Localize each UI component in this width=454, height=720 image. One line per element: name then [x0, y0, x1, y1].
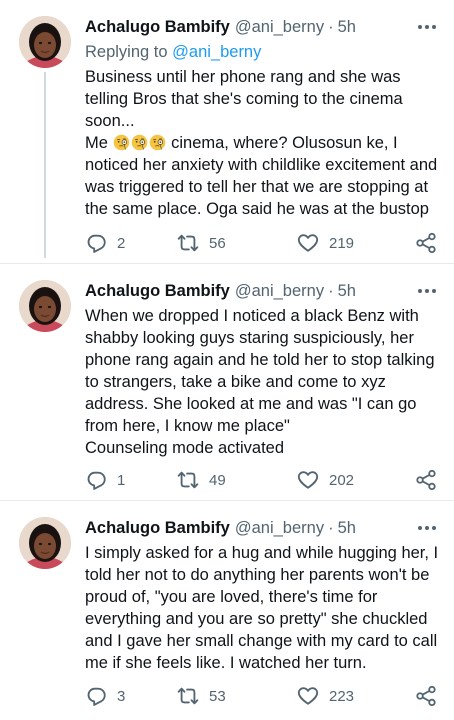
share-icon — [415, 232, 437, 254]
avatar[interactable] — [19, 16, 71, 68]
tweet-line: address. She looked at me and was "I can… — [85, 395, 417, 413]
avatar[interactable] — [19, 517, 71, 569]
like-button[interactable]: 223 — [297, 684, 354, 708]
tweet-line: from here, I know me place" — [85, 417, 290, 435]
heart-icon — [297, 232, 319, 254]
tweet-line: telling Bros that she's coming to the ci… — [85, 90, 403, 108]
tweet-line: Counseling mode activated — [85, 439, 285, 457]
tweet-line: everything and you are so pretty" she ch… — [85, 610, 428, 628]
tweet-line-with-emoji: Me cinema, where? Olusosun ke, I — [85, 132, 440, 154]
tweet[interactable]: Achalugo Bambify @ani_berny · 5h Replyin… — [0, 0, 454, 262]
tweet-actions: 2 56 219 — [85, 231, 440, 255]
reply-count: 1 — [117, 471, 126, 489]
reply-icon — [85, 685, 107, 707]
retweet-button[interactable]: 49 — [177, 468, 226, 492]
retweet-count: 56 — [209, 234, 226, 252]
tweet-line: When we dropped I noticed a black Benz w… — [85, 307, 419, 325]
reply-icon — [85, 469, 107, 491]
share-button[interactable] — [415, 684, 437, 708]
tweet-text: Business until her phone rang and she wa… — [85, 66, 440, 220]
retweet-count: 49 — [209, 471, 226, 489]
retweet-button[interactable]: 53 — [177, 684, 226, 708]
avatar[interactable] — [19, 280, 71, 332]
timestamp[interactable]: 5h — [338, 519, 356, 538]
separator-dot: · — [328, 518, 334, 537]
tweet-line: me if she feels like. I watched her turn… — [85, 654, 367, 672]
tweet-line: soon... — [85, 112, 135, 130]
more-options-icon[interactable] — [414, 517, 440, 539]
tweet-line: noticed her anxiety with childlike excit… — [85, 156, 438, 174]
thread-connector — [44, 72, 46, 258]
tweet-line: to strangers, take a bike and come to xy… — [85, 373, 386, 391]
tweet-header: Achalugo Bambify @ani_berny · 5h — [85, 517, 440, 539]
display-name[interactable]: Achalugo Bambify — [85, 282, 230, 301]
tweet-text: When we dropped I noticed a black Benz w… — [85, 305, 440, 459]
tweet-line: told her not to do anything her parents … — [85, 566, 430, 584]
like-button[interactable]: 202 — [297, 468, 354, 492]
share-icon — [415, 685, 437, 707]
reply-icon — [85, 232, 107, 254]
tweet-line: shabby looking guys staring suspiciously… — [85, 329, 414, 347]
like-count: 202 — [329, 471, 355, 489]
tweet-word: Me — [85, 134, 108, 152]
user-handle[interactable]: @ani_berny — [235, 282, 324, 301]
mention-link[interactable]: @ani_berny — [172, 43, 261, 61]
user-handle[interactable]: @ani_berny — [235, 519, 324, 538]
retweet-button[interactable]: 56 — [177, 231, 226, 255]
tweet-actions: 1 49 202 — [85, 468, 440, 492]
retweet-count: 53 — [209, 687, 226, 705]
display-name[interactable]: Achalugo Bambify — [85, 18, 230, 37]
display-name[interactable]: Achalugo Bambify — [85, 519, 230, 538]
timestamp[interactable]: 5h — [338, 282, 356, 301]
separator-dot: · — [328, 17, 334, 36]
tweet-text: I simply asked for a hug and while huggi… — [85, 542, 440, 674]
tweet-line: the same place. Oga said he was at the b… — [85, 200, 429, 218]
heart-icon — [297, 685, 319, 707]
more-options-icon[interactable] — [414, 16, 440, 38]
retweet-icon — [177, 232, 199, 254]
reply-button[interactable]: 1 — [85, 468, 125, 492]
reply-count: 2 — [117, 234, 126, 252]
tweet[interactable]: Achalugo Bambify @ani_berny · 5h When we… — [0, 264, 454, 496]
heart-icon — [297, 469, 319, 491]
share-button[interactable] — [415, 468, 437, 492]
separator-dot: · — [328, 281, 334, 300]
timestamp[interactable]: 5h — [338, 18, 356, 37]
more-options-icon[interactable] — [414, 280, 440, 302]
reply-count: 3 — [117, 687, 126, 705]
retweet-icon — [177, 685, 199, 707]
tweet-line: was triggered to tell her that we are st… — [85, 178, 429, 196]
tweet-header: Achalugo Bambify @ani_berny · 5h — [85, 16, 440, 38]
tweet-line: I simply asked for a hug and while huggi… — [85, 544, 439, 562]
face-with-monocle-icon — [131, 134, 148, 151]
share-button[interactable] — [415, 231, 437, 255]
reply-button[interactable]: 3 — [85, 684, 125, 708]
tweet-actions: 3 53 223 — [85, 684, 440, 708]
like-button[interactable]: 219 — [297, 231, 354, 255]
tweet-line: proud of, "you are loved, there's time f… — [85, 588, 378, 606]
user-handle[interactable]: @ani_berny — [235, 18, 324, 37]
face-with-monocle-icon — [113, 134, 130, 151]
replying-to: Replying to @ani_berny — [85, 41, 440, 63]
share-icon — [415, 469, 437, 491]
face-with-monocle-icon — [149, 134, 166, 151]
like-count: 219 — [329, 234, 355, 252]
tweet-header: Achalugo Bambify @ani_berny · 5h — [85, 280, 440, 302]
retweet-icon — [177, 469, 199, 491]
tweet-line: and I gave her small change with my card… — [85, 632, 438, 650]
tweet-line: phone rang again and he told her to stop… — [85, 351, 435, 369]
tweet[interactable]: Achalugo Bambify @ani_berny · 5h I simpl… — [0, 501, 454, 720]
tweet-word: cinema, where? Olusosun ke, I — [171, 134, 398, 152]
reply-button[interactable]: 2 — [85, 231, 125, 255]
replying-to-prefix: Replying to — [85, 43, 173, 61]
tweet-line: Business until her phone rang and she wa… — [85, 68, 401, 86]
like-count: 223 — [329, 687, 355, 705]
